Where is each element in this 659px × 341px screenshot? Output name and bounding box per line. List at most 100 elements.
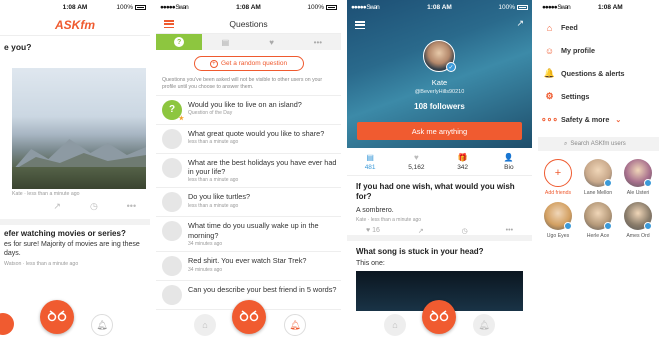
tab-shoutouts[interactable]: ▤ — [202, 34, 249, 50]
menu-icon: ☺ — [544, 45, 555, 56]
askfm-face-icon — [239, 310, 259, 322]
ask-fab[interactable] — [422, 300, 456, 334]
question-row[interactable]: What time do you usually wake up in the … — [156, 217, 341, 253]
share-icon[interactable]: ↗ — [418, 227, 424, 235]
user-name: Ale Usteri — [626, 190, 650, 196]
home-button[interactable]: ⌂ — [194, 314, 216, 336]
time-icon[interactable]: ◷ — [462, 227, 468, 235]
share-icon[interactable]: ↗ — [516, 18, 524, 29]
menu-item[interactable]: ∘∘∘ Safety & more ⌄ — [538, 108, 659, 131]
suggested-user[interactable]: Herle Ace — [582, 202, 614, 239]
battery-icon — [517, 4, 528, 10]
suggested-user[interactable]: Ugo Eyes — [542, 202, 574, 239]
stat-item[interactable]: 🎁 342 — [440, 148, 486, 175]
like-count: 16 — [372, 227, 380, 235]
feed-question-2[interactable]: efer watching movies or series? — [0, 225, 150, 240]
heart-icon: ♥ — [269, 37, 274, 47]
menu-icon[interactable] — [164, 20, 174, 28]
menu-item[interactable]: ⚙ Settings — [538, 85, 659, 108]
notifications-button[interactable]: 🔔︎ — [91, 314, 113, 336]
question-row[interactable]: ? ★ Would you like to live on an island? Qu… — [156, 96, 341, 125]
verified-icon — [604, 222, 612, 230]
profile-avatar[interactable]: ✓ — [423, 40, 456, 72]
stat-item[interactable]: ▤ 481 — [347, 148, 393, 175]
chat-icon: ▤ — [221, 37, 230, 47]
tab-likes[interactable]: ♥ — [248, 34, 295, 50]
time-icon[interactable]: ◷ — [90, 201, 100, 211]
more-icon[interactable]: ••• — [506, 227, 513, 234]
suggested-user[interactable]: Ale Usteri — [622, 159, 654, 196]
ask-me-button[interactable]: Ask me anything — [357, 122, 522, 140]
share-icon[interactable]: ↗ — [53, 201, 63, 211]
random-question-button[interactable]: + Get a random question — [193, 56, 304, 71]
side-menu: ⌂ Feed ☺ My profile 🔔 Questions & alerts ⚙ Sett… — [538, 16, 659, 131]
question-content: Can you describe your best friend in 5 w… — [188, 285, 336, 305]
menu-label: My profile — [561, 46, 595, 55]
avatar — [544, 202, 572, 230]
question-row[interactable]: What are the best holidays you have ever… — [156, 154, 341, 189]
stat-item[interactable]: 👤 Bio — [486, 148, 532, 175]
tab-questions[interactable]: ? — [156, 34, 203, 50]
page-title: Questions — [229, 18, 268, 29]
menu-label: Questions & alerts — [561, 69, 625, 78]
menu-item[interactable]: ⌂ Feed — [538, 16, 659, 39]
bell-icon: 🔔︎ — [289, 319, 301, 330]
user-name: Add friends — [544, 190, 572, 196]
profile-name: Kate — [431, 78, 448, 87]
more-icon[interactable]: ••• — [127, 201, 137, 211]
verified-icon — [604, 179, 612, 187]
status-time: 1:08 AM — [236, 3, 261, 11]
like-button[interactable]: ♥ 16 — [366, 227, 380, 234]
question-list: ? ★ Would you like to live on an island? Qu… — [156, 96, 341, 311]
ask-fab[interactable] — [232, 300, 266, 334]
stat-item[interactable]: ♥ 5,162 — [393, 148, 439, 175]
status-time: 1:08 AM — [427, 3, 452, 11]
stat-icon: 👤 — [503, 152, 514, 162]
answer-photo[interactable] — [12, 68, 146, 189]
notifications-button[interactable]: 🔔︎ — [473, 314, 495, 336]
home-button[interactable]: ⌂ — [384, 314, 406, 336]
menu-label: Settings — [561, 92, 590, 101]
menu-item[interactable]: ☺ My profile — [538, 39, 659, 62]
question-text: Do you like turtles? — [188, 192, 251, 202]
notifications-button[interactable]: 🔔︎ — [284, 314, 306, 336]
question-row[interactable]: What great quote would you like to share… — [156, 125, 341, 154]
home-icon: ⌂ — [202, 320, 208, 330]
suggested-user[interactable]: Ames Ord — [622, 202, 654, 239]
ask-fab[interactable] — [40, 300, 74, 334]
question-meta: 34 minutes ago — [188, 241, 223, 248]
feed-question[interactable]: e you? — [0, 36, 150, 58]
menu-icon: ∘∘∘ — [541, 114, 558, 124]
user-search-input[interactable]: ⌕ Search ASKfm users — [538, 137, 659, 151]
answer-question[interactable]: If you had one wish, what would you wish… — [347, 176, 532, 205]
anonymous-avatar-icon — [162, 157, 182, 178]
anonymous-avatar-icon — [162, 221, 182, 242]
plus-circle-icon: + — [209, 59, 218, 68]
question-of-day-icon: ? ★ — [162, 99, 184, 122]
menu-item[interactable]: 🔔 Questions & alerts — [538, 62, 659, 85]
menu-icon[interactable] — [355, 21, 365, 29]
askfm-face-icon — [429, 310, 449, 322]
question-meta: less than a minute ago — [188, 202, 239, 209]
question-tabs: ? ▤ ♥ ••• — [156, 34, 341, 50]
stat-value: Bio — [504, 163, 514, 171]
questions-panel: ●●●●● Swan 1:08 AM 100% Questions ? ▤ ♥ … — [156, 0, 341, 341]
followers-count[interactable]: 108 followers — [347, 102, 532, 111]
menu-label: Feed — [561, 23, 578, 32]
trees-image — [12, 167, 146, 189]
answer-question-2[interactable]: What song is stuck in your head? — [347, 241, 532, 258]
tab-more[interactable]: ••• — [294, 34, 341, 50]
avatar — [584, 159, 612, 187]
suggested-users: + Add friends Lane Mellon Ale Usteri Ugo Eye… — [538, 151, 659, 239]
verified-icon — [644, 179, 652, 187]
question-text: What great quote would you like to share… — [188, 128, 325, 138]
add-friends-button[interactable]: + Add friends — [542, 159, 574, 196]
question-row[interactable]: Do you like turtles? less than a minute a… — [156, 188, 341, 218]
menu-icon: 🔔 — [543, 68, 556, 78]
question-row[interactable]: Red shirt. You ever watch Star Trek? 34 m… — [156, 252, 341, 282]
question-text: What time do you usually wake up in the … — [188, 221, 319, 240]
partial-button[interactable] — [0, 313, 14, 335]
suggested-user[interactable]: Lane Mellon — [582, 159, 614, 196]
stat-value: 342 — [457, 163, 469, 171]
question-content: Do you like turtles? less than a minute a… — [188, 192, 250, 212]
